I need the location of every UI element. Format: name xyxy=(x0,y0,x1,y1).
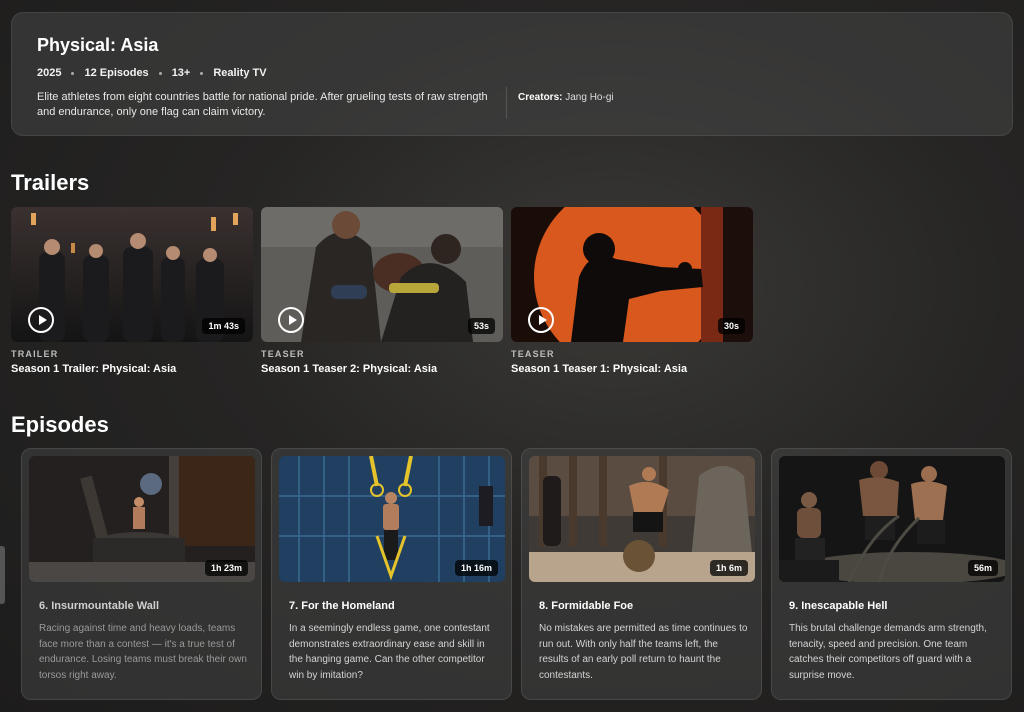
trailer-card[interactable]: 30s TEASER Season 1 Teaser 1: Physical: … xyxy=(511,207,753,375)
episode-card[interactable]: 1h 23m 6. Insurmountable Wall Racing aga… xyxy=(21,448,262,700)
episode-description: Racing against time and heavy loads, tea… xyxy=(39,623,247,681)
show-info-card: Physical: Asia 2025 12 Episodes 13+ Real… xyxy=(11,12,1013,136)
creators-name[interactable]: Jang Ho-gi xyxy=(565,92,613,103)
trailer-duration: 1m 43s xyxy=(202,318,245,334)
show-year: 2025 xyxy=(37,67,62,79)
episode-description: This brutal challenge demands arm streng… xyxy=(789,623,987,681)
dot-separator xyxy=(200,71,204,75)
show-episode-count: 12 Episodes xyxy=(84,67,149,79)
episode-description: In a seemingly endless game, one contest… xyxy=(289,623,490,681)
episode-thumbnail[interactable]: 1h 23m xyxy=(29,456,255,582)
trailer-title[interactable]: Season 1 Trailer: Physical: Asia xyxy=(11,363,253,375)
episode-thumbnail[interactable]: 1h 16m xyxy=(279,456,505,582)
show-meta: 2025 12 Episodes 13+ Reality TV xyxy=(37,67,267,79)
trailer-thumbnail[interactable]: 1m 43s xyxy=(11,207,253,342)
episode-title[interactable]: 6. Insurmountable Wall xyxy=(39,600,159,612)
episode-title[interactable]: 7. For the Homeland xyxy=(289,600,395,612)
show-description: Elite athletes from eight countries batt… xyxy=(37,91,488,118)
episode-thumbnail[interactable]: 56m xyxy=(779,456,1005,582)
episode-description: No mistakes are permitted as time contin… xyxy=(539,623,748,681)
show-genre[interactable]: Reality TV xyxy=(213,67,266,79)
episode-duration: 1h 23m xyxy=(204,560,248,576)
play-circle-icon[interactable] xyxy=(28,307,54,333)
trailer-kind: TEASER xyxy=(261,349,305,359)
dot-separator xyxy=(71,71,75,75)
scroll-left-handle[interactable] xyxy=(0,546,5,604)
trailer-title[interactable]: Season 1 Teaser 2: Physical: Asia xyxy=(261,363,503,375)
play-circle-icon[interactable] xyxy=(528,307,554,333)
trailer-kind: TRAILER xyxy=(11,349,59,359)
episodes-heading: Episodes xyxy=(11,412,109,437)
play-circle-icon[interactable] xyxy=(278,307,304,333)
show-title: Physical: Asia xyxy=(37,35,159,55)
episode-title[interactable]: 8. Formidable Foe xyxy=(539,600,633,612)
episode-thumbnail[interactable]: 1h 6m xyxy=(529,456,755,582)
trailer-title[interactable]: Season 1 Teaser 1: Physical: Asia xyxy=(511,363,753,375)
trailer-card[interactable]: 53s TEASER Season 1 Teaser 2: Physical: … xyxy=(261,207,503,375)
episode-card[interactable]: 1h 6m 8. Formidable Foe No mistakes are … xyxy=(521,448,762,700)
trailer-thumbnail[interactable]: 53s xyxy=(261,207,503,342)
trailer-duration: 30s xyxy=(717,318,745,334)
divider xyxy=(506,87,507,119)
episode-duration: 56m xyxy=(967,560,998,576)
show-rating: 13+ xyxy=(171,67,191,79)
episode-card[interactable]: 1h 16m 7. For the Homeland In a seemingl… xyxy=(271,448,512,700)
trailer-kind: TEASER xyxy=(511,349,555,359)
trailers-heading: Trailers xyxy=(11,170,90,195)
dot-separator xyxy=(158,71,162,75)
episode-title[interactable]: 9. Inescapable Hell xyxy=(789,600,887,612)
trailer-duration: 53s xyxy=(467,318,495,334)
episode-card[interactable]: 56m 9. Inescapable Hell This brutal chal… xyxy=(771,448,1012,700)
trailer-thumbnail[interactable]: 30s xyxy=(511,207,753,342)
episode-duration: 1h 16m xyxy=(454,560,498,576)
show-creators: Creators: Jang Ho-gi xyxy=(518,92,614,103)
trailer-card[interactable]: 1m 43s TRAILER Season 1 Trailer: Physica… xyxy=(11,207,253,375)
creators-label: Creators: xyxy=(518,92,563,103)
episode-duration: 1h 6m xyxy=(709,560,748,576)
